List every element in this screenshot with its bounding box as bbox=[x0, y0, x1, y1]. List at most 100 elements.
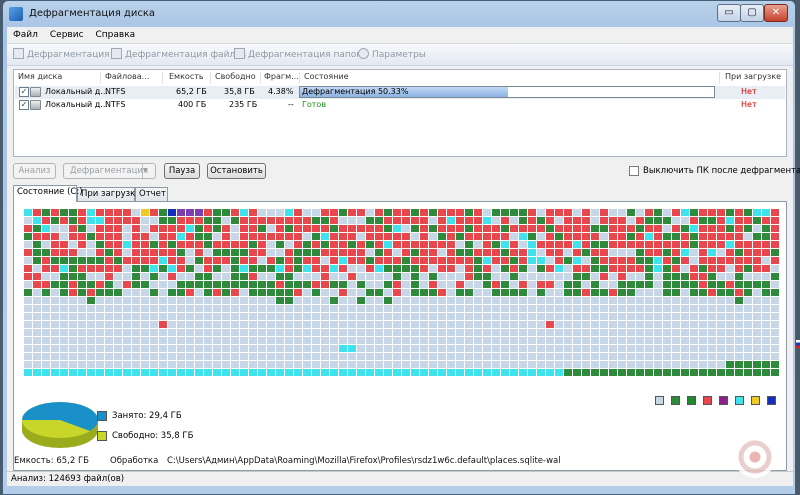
status-text: Анализ: 124693 файл(ов) bbox=[11, 474, 125, 484]
cluster-block bbox=[537, 297, 545, 304]
cluster-block bbox=[474, 313, 482, 320]
cluster-block bbox=[339, 209, 347, 216]
analyze-button[interactable]: Анализ bbox=[13, 163, 56, 179]
close-button[interactable]: ✕ bbox=[764, 4, 788, 22]
cluster-block bbox=[177, 361, 185, 368]
cluster-block bbox=[51, 337, 59, 344]
cluster-block bbox=[492, 361, 500, 368]
cluster-block bbox=[645, 257, 653, 264]
cluster-block bbox=[735, 369, 743, 376]
cluster-block bbox=[123, 233, 131, 240]
cluster-block bbox=[492, 353, 500, 360]
cluster-block bbox=[753, 209, 761, 216]
stop-button[interactable]: Остановить bbox=[207, 163, 266, 179]
col-boot[interactable]: При загрузке bbox=[725, 72, 781, 81]
toolbar-settings-button[interactable]: Параметры bbox=[358, 48, 426, 62]
cluster-block bbox=[366, 281, 374, 288]
cluster-block bbox=[159, 297, 167, 304]
toolbar-defrag-button[interactable]: Дефрагментация bbox=[13, 48, 110, 62]
tab-state[interactable]: Состояние (C:) bbox=[13, 185, 83, 202]
chevron-down-icon[interactable]: ▼ bbox=[142, 164, 155, 178]
menu-service[interactable]: Сервис bbox=[44, 27, 90, 44]
cluster-block bbox=[51, 265, 59, 272]
drive-checkbox[interactable]: ✓ bbox=[19, 100, 29, 110]
pause-button[interactable]: Пауза bbox=[164, 163, 200, 179]
shutdown-checkbox[interactable] bbox=[629, 166, 639, 176]
cluster-block bbox=[591, 345, 599, 352]
drive-row[interactable]: ✓ Локальный д... NTFS 400 ГБ 235 ГБ -- Г… bbox=[15, 99, 785, 112]
cluster-block bbox=[294, 345, 302, 352]
cluster-block bbox=[222, 305, 230, 312]
cluster-block bbox=[177, 257, 185, 264]
cluster-block bbox=[132, 225, 140, 232]
cluster-block bbox=[501, 265, 509, 272]
cluster-block bbox=[411, 241, 419, 248]
cluster-block bbox=[177, 249, 185, 256]
cluster-block bbox=[222, 257, 230, 264]
cluster-block bbox=[600, 289, 608, 296]
window-title: Дефрагментация диска bbox=[29, 8, 156, 19]
cluster-block bbox=[645, 337, 653, 344]
defrag-split-button[interactable]: Дефрагментация ▼ bbox=[63, 163, 156, 179]
minimize-button[interactable]: ▭ bbox=[717, 4, 741, 22]
cluster-block bbox=[465, 353, 473, 360]
cluster-block bbox=[276, 305, 284, 312]
col-disk-name[interactable]: Имя диска bbox=[18, 72, 62, 81]
drive-checkbox[interactable]: ✓ bbox=[19, 87, 29, 97]
cluster-block bbox=[501, 225, 509, 232]
col-filesystem[interactable]: Файлова... bbox=[105, 72, 149, 81]
cluster-block bbox=[474, 369, 482, 376]
cluster-block bbox=[474, 329, 482, 336]
cluster-block bbox=[303, 321, 311, 328]
cluster-block bbox=[690, 321, 698, 328]
cluster-block bbox=[753, 225, 761, 232]
cluster-block bbox=[447, 305, 455, 312]
cluster-block bbox=[213, 265, 221, 272]
cluster-block bbox=[339, 217, 347, 224]
cluster-block bbox=[78, 273, 86, 280]
cluster-block bbox=[231, 281, 239, 288]
toolbar-defrag-files-button[interactable]: Дефрагментация файлов bbox=[111, 48, 246, 62]
cluster-block bbox=[654, 273, 662, 280]
cluster-block bbox=[708, 217, 716, 224]
cluster-block bbox=[717, 313, 725, 320]
toolbar-defrag-folders-button[interactable]: Дефрагментация папок bbox=[234, 48, 362, 62]
cluster-block bbox=[492, 273, 500, 280]
col-free[interactable]: Свободно bbox=[215, 72, 256, 81]
cluster-block bbox=[114, 273, 122, 280]
cluster-block bbox=[357, 225, 365, 232]
cluster-block bbox=[150, 233, 158, 240]
cluster-block bbox=[753, 305, 761, 312]
cluster-block bbox=[537, 273, 545, 280]
drive-row[interactable]: ✓ Локальный д... NTFS 65,2 ГБ 35,8 ГБ 4.… bbox=[15, 86, 785, 99]
processing-path: C:\Users\Админ\AppData\Roaming\Mozilla\F… bbox=[167, 456, 561, 466]
drive-capacity: 400 ГБ bbox=[178, 100, 207, 109]
cluster-block bbox=[510, 217, 518, 224]
cluster-block bbox=[240, 225, 248, 232]
cluster-block bbox=[231, 241, 239, 248]
col-capacity[interactable]: Емкость bbox=[169, 72, 204, 81]
cluster-block bbox=[654, 361, 662, 368]
cluster-block bbox=[708, 361, 716, 368]
col-fragmentation[interactable]: Фрагм... bbox=[264, 72, 299, 81]
cluster-block bbox=[645, 225, 653, 232]
title-bar[interactable]: Дефрагментация диска ▭ ▢ ✕ bbox=[3, 1, 795, 27]
cluster-block bbox=[375, 305, 383, 312]
cluster-block bbox=[474, 241, 482, 248]
cluster-block bbox=[573, 337, 581, 344]
menu-help[interactable]: Справка bbox=[90, 27, 142, 44]
maximize-button[interactable]: ▢ bbox=[740, 4, 764, 22]
cluster-block bbox=[528, 265, 536, 272]
cluster-block bbox=[636, 369, 644, 376]
col-state[interactable]: Состояние bbox=[304, 72, 349, 81]
cluster-block bbox=[762, 209, 770, 216]
tab-report[interactable]: Отчет bbox=[135, 187, 168, 202]
cluster-block bbox=[771, 337, 779, 344]
cluster-block bbox=[195, 297, 203, 304]
tab-boot[interactable]: При загрузке bbox=[77, 187, 141, 202]
cluster-block bbox=[24, 297, 32, 304]
menu-file[interactable]: Файл bbox=[7, 27, 44, 44]
cluster-block bbox=[384, 289, 392, 296]
cluster-block bbox=[195, 225, 203, 232]
cluster-block bbox=[402, 249, 410, 256]
